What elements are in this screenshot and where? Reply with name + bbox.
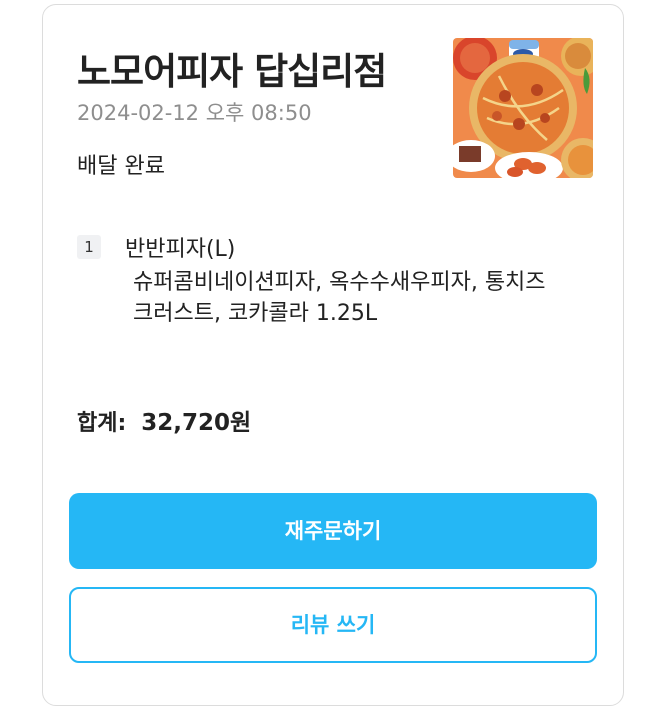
item-name: 반반피자(L) — [125, 237, 236, 262]
reorder-button[interactable]: 재주문하기 — [69, 493, 597, 569]
item-options: 슈퍼콤비네이션피자, 옥수수새우피자, 통치즈크러스트, 코카콜라 1.25L — [133, 270, 546, 326]
order-date: 2024-02-12 오후 08:50 — [77, 101, 312, 125]
item-quantity: 1 — [77, 235, 101, 259]
store-thumbnail[interactable] — [453, 38, 593, 178]
pizza-image — [453, 38, 593, 178]
store-name[interactable]: 노모어피자 답십리점 — [77, 41, 387, 95]
total-label: 합계: — [77, 411, 127, 436]
order-total: 합계: 32,720원 — [77, 403, 251, 437]
write-review-button[interactable]: 리뷰 쓰기 — [69, 587, 597, 663]
order-status: 배달 완료 — [77, 154, 165, 179]
order-card: 노모어피자 답십리점 2024-02-12 오후 08:50 배달 완료 1 반… — [42, 4, 624, 706]
total-amount: 32,720원 — [141, 410, 252, 436]
